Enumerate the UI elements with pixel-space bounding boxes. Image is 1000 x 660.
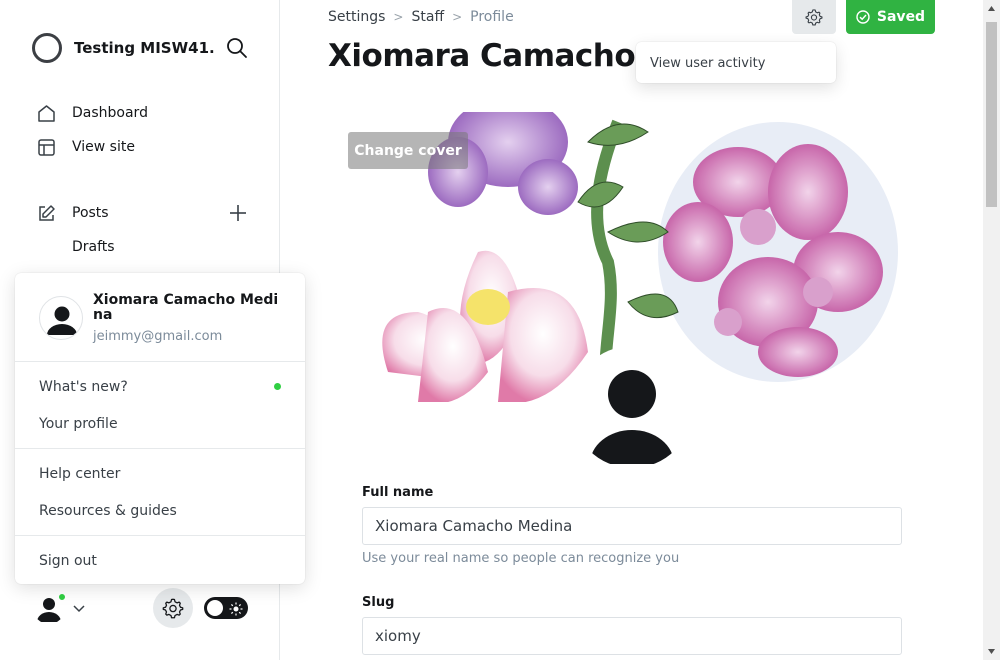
sun-icon xyxy=(229,601,243,616)
menu-item-your-profile[interactable]: Your profile xyxy=(15,405,305,442)
user-email: jeimmy@gmail.com xyxy=(93,329,223,344)
menu-item-sign-out[interactable]: Sign out xyxy=(15,542,305,579)
new-indicator-dot xyxy=(274,383,281,390)
change-cover-button[interactable]: Change cover xyxy=(348,132,468,169)
sidebar-item-posts[interactable]: Posts xyxy=(37,196,115,230)
menu-item-view-user-activity[interactable]: View user activity xyxy=(650,56,836,71)
sidebar-item-dashboard[interactable]: Dashboard xyxy=(37,96,148,130)
slug-label: Slug xyxy=(362,595,395,610)
menu-item-help-center[interactable]: Help center xyxy=(15,455,305,492)
breadcrumb: Settings > Staff > Profile xyxy=(328,9,514,25)
scroll-down-icon[interactable] xyxy=(987,647,996,656)
full-name-field[interactable]: Xiomara Camacho Medina xyxy=(362,507,902,545)
menu-item-resources[interactable]: Resources & guides xyxy=(15,492,305,529)
online-status-dot xyxy=(57,592,67,602)
user-menu-header: Xiomara Camacho Medina jeimmy@gmail.com xyxy=(15,273,305,362)
chevron-down-icon[interactable] xyxy=(72,600,86,614)
breadcrumb-staff[interactable]: Staff xyxy=(411,9,444,25)
user-name: Xiomara Camacho Medina xyxy=(93,292,279,323)
avatar xyxy=(39,296,83,340)
sidebar-item-label: Dashboard xyxy=(72,105,148,121)
slug-field[interactable]: xiomy xyxy=(362,617,902,655)
sidebar-item-label: View site xyxy=(72,139,135,155)
saved-label: Saved xyxy=(876,9,926,25)
breadcrumb-separator-icon: > xyxy=(452,10,463,24)
theme-toggle[interactable] xyxy=(204,597,248,619)
scrollbar-thumb[interactable] xyxy=(986,22,997,207)
scroll-up-icon[interactable] xyxy=(987,4,996,13)
page-title: Xiomara Camacho Medina xyxy=(328,38,648,74)
full-name-label: Full name xyxy=(362,485,434,500)
menu-item-label: What's new? xyxy=(39,378,128,395)
breadcrumb-current: Profile xyxy=(470,9,514,25)
toggle-knob xyxy=(207,600,223,616)
breadcrumb-separator-icon: > xyxy=(393,10,404,24)
site-header[interactable]: Testing MISW41... xyxy=(32,33,214,63)
gear-icon xyxy=(162,598,184,619)
menu-item-label: Resources & guides xyxy=(39,502,177,519)
check-circle-icon xyxy=(856,10,870,24)
scrollbar[interactable] xyxy=(983,0,1000,660)
user-actions-button[interactable] xyxy=(792,0,836,34)
menu-item-whats-new[interactable]: What's new? xyxy=(15,368,305,405)
gear-icon xyxy=(805,9,823,26)
home-icon xyxy=(37,104,56,123)
profile-avatar[interactable] xyxy=(571,346,693,468)
saved-button[interactable]: Saved xyxy=(846,0,935,34)
menu-item-label: Your profile xyxy=(39,415,118,432)
site-logo-icon xyxy=(32,33,62,63)
add-post-button[interactable] xyxy=(228,203,248,223)
settings-button[interactable] xyxy=(153,588,193,628)
layout-icon xyxy=(37,138,56,157)
sidebar-item-drafts[interactable]: Drafts xyxy=(37,230,115,264)
sidebar-item-label: Drafts xyxy=(72,239,115,255)
menu-item-label: Sign out xyxy=(39,552,97,569)
sidebar-item-view-site[interactable]: View site xyxy=(37,130,148,164)
site-title: Testing MISW41... xyxy=(74,39,214,57)
breadcrumb-settings[interactable]: Settings xyxy=(328,9,385,25)
menu-item-label: Help center xyxy=(39,465,121,482)
user-menu: Xiomara Camacho Medina jeimmy@gmail.com … xyxy=(15,273,305,584)
edit-icon xyxy=(37,204,56,223)
full-name-hint: Use your real name so people can recogni… xyxy=(362,551,680,566)
search-icon[interactable] xyxy=(226,37,248,59)
user-actions-dropdown: View user activity xyxy=(636,42,836,83)
sidebar-item-label: Posts xyxy=(72,205,109,221)
